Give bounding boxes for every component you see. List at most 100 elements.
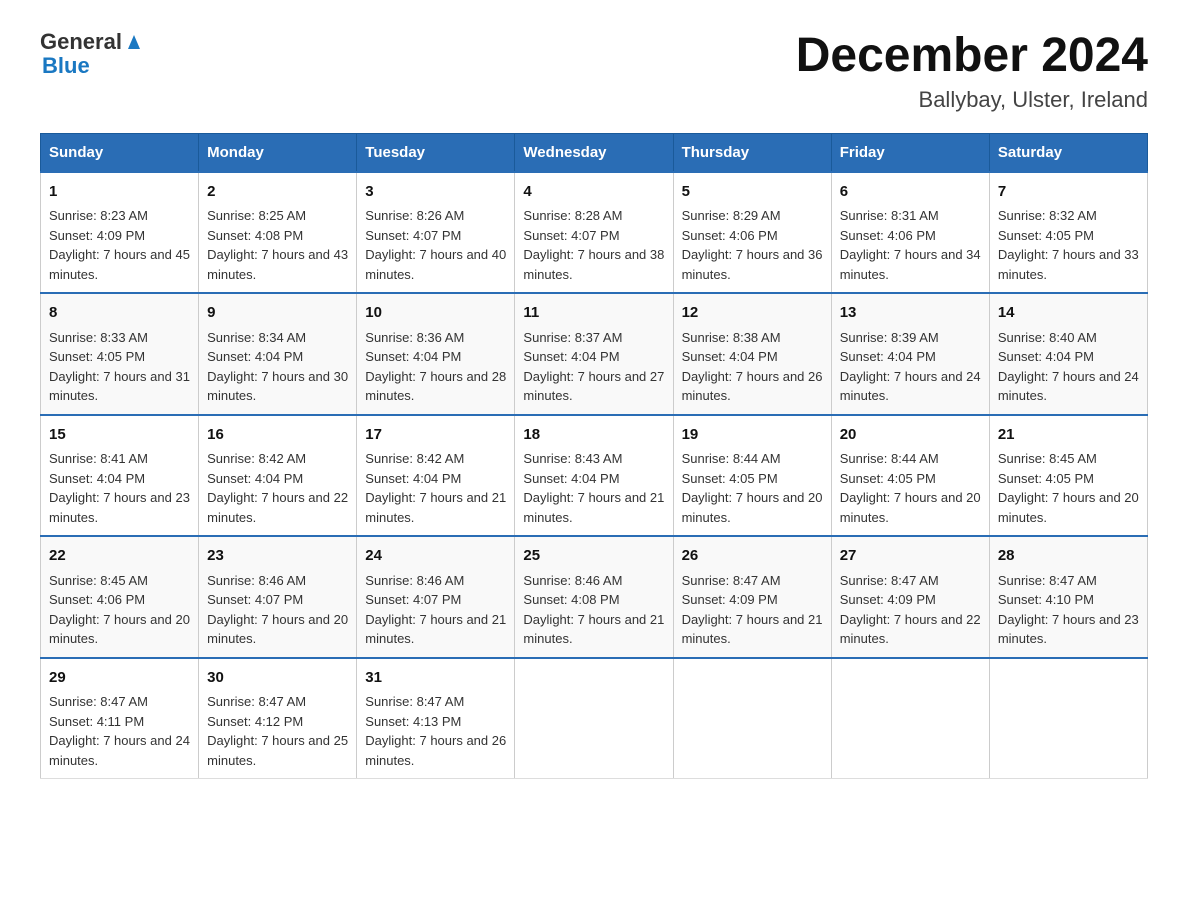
calendar-cell: 23 Sunrise: 8:46 AMSunset: 4:07 PMDaylig… bbox=[199, 536, 357, 658]
day-number: 16 bbox=[207, 424, 348, 447]
calendar-cell bbox=[989, 658, 1147, 779]
day-number: 3 bbox=[365, 181, 506, 204]
calendar-cell: 9 Sunrise: 8:34 AMSunset: 4:04 PMDayligh… bbox=[199, 293, 357, 415]
col-saturday: Saturday bbox=[989, 133, 1147, 172]
calendar-cell: 26 Sunrise: 8:47 AMSunset: 4:09 PMDaylig… bbox=[673, 536, 831, 658]
calendar-cell: 8 Sunrise: 8:33 AMSunset: 4:05 PMDayligh… bbox=[41, 293, 199, 415]
calendar-cell: 4 Sunrise: 8:28 AMSunset: 4:07 PMDayligh… bbox=[515, 172, 673, 294]
calendar-cell: 18 Sunrise: 8:43 AMSunset: 4:04 PMDaylig… bbox=[515, 415, 673, 537]
day-info: Sunrise: 8:33 AMSunset: 4:05 PMDaylight:… bbox=[49, 330, 190, 404]
calendar-cell: 14 Sunrise: 8:40 AMSunset: 4:04 PMDaylig… bbox=[989, 293, 1147, 415]
day-number: 14 bbox=[998, 302, 1139, 325]
day-number: 6 bbox=[840, 181, 981, 204]
logo-triangle-icon bbox=[124, 31, 144, 51]
day-info: Sunrise: 8:36 AMSunset: 4:04 PMDaylight:… bbox=[365, 330, 506, 404]
calendar-cell: 28 Sunrise: 8:47 AMSunset: 4:10 PMDaylig… bbox=[989, 536, 1147, 658]
day-info: Sunrise: 8:38 AMSunset: 4:04 PMDaylight:… bbox=[682, 330, 823, 404]
calendar-cell: 6 Sunrise: 8:31 AMSunset: 4:06 PMDayligh… bbox=[831, 172, 989, 294]
calendar-cell: 10 Sunrise: 8:36 AMSunset: 4:04 PMDaylig… bbox=[357, 293, 515, 415]
calendar-cell: 7 Sunrise: 8:32 AMSunset: 4:05 PMDayligh… bbox=[989, 172, 1147, 294]
col-friday: Friday bbox=[831, 133, 989, 172]
calendar-week-2: 8 Sunrise: 8:33 AMSunset: 4:05 PMDayligh… bbox=[41, 293, 1148, 415]
calendar-body: 1 Sunrise: 8:23 AMSunset: 4:09 PMDayligh… bbox=[41, 172, 1148, 779]
day-info: Sunrise: 8:42 AMSunset: 4:04 PMDaylight:… bbox=[207, 451, 348, 525]
day-info: Sunrise: 8:32 AMSunset: 4:05 PMDaylight:… bbox=[998, 208, 1139, 282]
day-info: Sunrise: 8:25 AMSunset: 4:08 PMDaylight:… bbox=[207, 208, 348, 282]
calendar-week-3: 15 Sunrise: 8:41 AMSunset: 4:04 PMDaylig… bbox=[41, 415, 1148, 537]
day-number: 2 bbox=[207, 181, 348, 204]
day-info: Sunrise: 8:47 AMSunset: 4:11 PMDaylight:… bbox=[49, 694, 190, 768]
col-sunday: Sunday bbox=[41, 133, 199, 172]
day-number: 5 bbox=[682, 181, 823, 204]
calendar-cell: 5 Sunrise: 8:29 AMSunset: 4:06 PMDayligh… bbox=[673, 172, 831, 294]
day-info: Sunrise: 8:45 AMSunset: 4:06 PMDaylight:… bbox=[49, 573, 190, 647]
day-info: Sunrise: 8:23 AMSunset: 4:09 PMDaylight:… bbox=[49, 208, 190, 282]
day-number: 13 bbox=[840, 302, 981, 325]
calendar-cell: 17 Sunrise: 8:42 AMSunset: 4:04 PMDaylig… bbox=[357, 415, 515, 537]
day-info: Sunrise: 8:26 AMSunset: 4:07 PMDaylight:… bbox=[365, 208, 506, 282]
day-number: 1 bbox=[49, 181, 190, 204]
day-number: 24 bbox=[365, 545, 506, 568]
calendar-cell: 22 Sunrise: 8:45 AMSunset: 4:06 PMDaylig… bbox=[41, 536, 199, 658]
day-info: Sunrise: 8:31 AMSunset: 4:06 PMDaylight:… bbox=[840, 208, 981, 282]
day-info: Sunrise: 8:45 AMSunset: 4:05 PMDaylight:… bbox=[998, 451, 1139, 525]
calendar-cell: 21 Sunrise: 8:45 AMSunset: 4:05 PMDaylig… bbox=[989, 415, 1147, 537]
day-number: 22 bbox=[49, 545, 190, 568]
day-number: 25 bbox=[523, 545, 664, 568]
calendar-cell: 16 Sunrise: 8:42 AMSunset: 4:04 PMDaylig… bbox=[199, 415, 357, 537]
calendar-cell: 30 Sunrise: 8:47 AMSunset: 4:12 PMDaylig… bbox=[199, 658, 357, 779]
month-title: December 2024 bbox=[796, 30, 1148, 83]
calendar-cell bbox=[515, 658, 673, 779]
day-info: Sunrise: 8:46 AMSunset: 4:07 PMDaylight:… bbox=[207, 573, 348, 647]
day-info: Sunrise: 8:44 AMSunset: 4:05 PMDaylight:… bbox=[682, 451, 823, 525]
day-number: 11 bbox=[523, 302, 664, 325]
day-number: 31 bbox=[365, 667, 506, 690]
page-header: General Blue December 2024 Ballybay, Uls… bbox=[40, 30, 1148, 113]
calendar-cell: 12 Sunrise: 8:38 AMSunset: 4:04 PMDaylig… bbox=[673, 293, 831, 415]
calendar-week-1: 1 Sunrise: 8:23 AMSunset: 4:09 PMDayligh… bbox=[41, 172, 1148, 294]
day-number: 17 bbox=[365, 424, 506, 447]
day-info: Sunrise: 8:42 AMSunset: 4:04 PMDaylight:… bbox=[365, 451, 506, 525]
title-area: December 2024 Ballybay, Ulster, Ireland bbox=[796, 30, 1148, 113]
logo-text-general: General bbox=[40, 30, 122, 54]
calendar-cell: 29 Sunrise: 8:47 AMSunset: 4:11 PMDaylig… bbox=[41, 658, 199, 779]
calendar-cell bbox=[831, 658, 989, 779]
day-info: Sunrise: 8:34 AMSunset: 4:04 PMDaylight:… bbox=[207, 330, 348, 404]
day-info: Sunrise: 8:29 AMSunset: 4:06 PMDaylight:… bbox=[682, 208, 823, 282]
day-number: 18 bbox=[523, 424, 664, 447]
day-info: Sunrise: 8:28 AMSunset: 4:07 PMDaylight:… bbox=[523, 208, 664, 282]
day-info: Sunrise: 8:40 AMSunset: 4:04 PMDaylight:… bbox=[998, 330, 1139, 404]
calendar-cell: 2 Sunrise: 8:25 AMSunset: 4:08 PMDayligh… bbox=[199, 172, 357, 294]
day-info: Sunrise: 8:47 AMSunset: 4:12 PMDaylight:… bbox=[207, 694, 348, 768]
day-number: 28 bbox=[998, 545, 1139, 568]
day-info: Sunrise: 8:46 AMSunset: 4:08 PMDaylight:… bbox=[523, 573, 664, 647]
logo-text-blue: Blue bbox=[42, 54, 90, 78]
day-number: 9 bbox=[207, 302, 348, 325]
day-info: Sunrise: 8:41 AMSunset: 4:04 PMDaylight:… bbox=[49, 451, 190, 525]
day-number: 29 bbox=[49, 667, 190, 690]
day-number: 8 bbox=[49, 302, 190, 325]
calendar-cell: 24 Sunrise: 8:46 AMSunset: 4:07 PMDaylig… bbox=[357, 536, 515, 658]
day-number: 30 bbox=[207, 667, 348, 690]
header-row: Sunday Monday Tuesday Wednesday Thursday… bbox=[41, 133, 1148, 172]
calendar-week-5: 29 Sunrise: 8:47 AMSunset: 4:11 PMDaylig… bbox=[41, 658, 1148, 779]
calendar-cell: 1 Sunrise: 8:23 AMSunset: 4:09 PMDayligh… bbox=[41, 172, 199, 294]
calendar-cell: 11 Sunrise: 8:37 AMSunset: 4:04 PMDaylig… bbox=[515, 293, 673, 415]
day-info: Sunrise: 8:43 AMSunset: 4:04 PMDaylight:… bbox=[523, 451, 664, 525]
day-info: Sunrise: 8:39 AMSunset: 4:04 PMDaylight:… bbox=[840, 330, 981, 404]
col-thursday: Thursday bbox=[673, 133, 831, 172]
day-number: 19 bbox=[682, 424, 823, 447]
day-info: Sunrise: 8:47 AMSunset: 4:13 PMDaylight:… bbox=[365, 694, 506, 768]
day-number: 7 bbox=[998, 181, 1139, 204]
day-info: Sunrise: 8:44 AMSunset: 4:05 PMDaylight:… bbox=[840, 451, 981, 525]
day-info: Sunrise: 8:47 AMSunset: 4:09 PMDaylight:… bbox=[682, 573, 823, 647]
calendar-cell: 20 Sunrise: 8:44 AMSunset: 4:05 PMDaylig… bbox=[831, 415, 989, 537]
day-number: 4 bbox=[523, 181, 664, 204]
day-number: 23 bbox=[207, 545, 348, 568]
calendar-cell bbox=[673, 658, 831, 779]
col-tuesday: Tuesday bbox=[357, 133, 515, 172]
calendar-cell: 27 Sunrise: 8:47 AMSunset: 4:09 PMDaylig… bbox=[831, 536, 989, 658]
day-info: Sunrise: 8:47 AMSunset: 4:10 PMDaylight:… bbox=[998, 573, 1139, 647]
day-number: 15 bbox=[49, 424, 190, 447]
calendar-week-4: 22 Sunrise: 8:45 AMSunset: 4:06 PMDaylig… bbox=[41, 536, 1148, 658]
